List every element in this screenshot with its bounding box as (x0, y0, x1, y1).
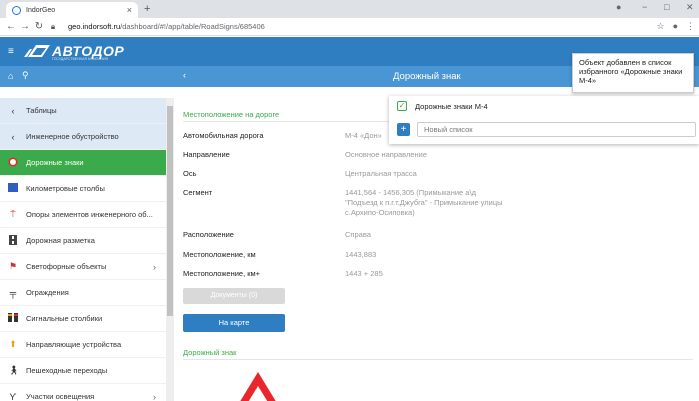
favorites-popup: ✓ Дорожные знаки М-4 + Новый список (389, 96, 699, 144)
field-label-road: Автомобильная дорога (183, 131, 264, 140)
field-value-location-km: 1443,883 (345, 250, 377, 259)
new-list-input[interactable]: Новый список (417, 122, 696, 137)
account-icon[interactable]: ● (673, 21, 678, 32)
on-map-button[interactable]: На карте (183, 314, 285, 332)
sidebar-item-label: Опоры элементов инженерного об... (26, 210, 153, 219)
address-bar: ← → ↻ 🔒︎ geo.indorsoft.ru/dashboard/#!/a… (0, 18, 699, 36)
checkbox-checked-icon[interactable]: ✓ (397, 101, 407, 111)
road-sign-icon (8, 157, 18, 169)
sidebar-item-label: Дорожная разметка (26, 236, 95, 245)
field-value-segment: 1441,564 - 1456,305 (Примыкание а\д "Под… (345, 188, 503, 217)
sidebar-item-traffic-lights[interactable]: ⚑ Светофорные объекты › (0, 254, 166, 280)
field-label-segment: Сегмент (183, 188, 213, 197)
sidebar-item-label: Дорожные знаки (26, 158, 84, 167)
tab-title: IndorGeo (26, 6, 56, 14)
sidebar-item-label: Сигнальные столбики (26, 314, 103, 323)
url-path: /dashboard/#!/app/table/RoadSigns/685406 (120, 22, 265, 31)
page-title: Дорожный знак (393, 71, 461, 82)
signal-post-icon (8, 313, 18, 324)
lighting-icon: ϒ (9, 391, 17, 401)
chevron-left-icon: ‹ (11, 131, 15, 142)
sidebar-item-tables[interactable]: ‹ Таблицы (0, 98, 166, 124)
new-tab-button[interactable]: + (144, 3, 150, 15)
field-label-axis: Ось (183, 169, 197, 178)
sidebar-item-signal-posts[interactable]: Сигнальные столбики (0, 306, 166, 332)
add-list-button[interactable]: + (397, 123, 410, 136)
sidebar-item-label: Таблицы (26, 106, 57, 115)
section-sign-title: Дорожный знак (183, 348, 237, 357)
chevron-right-icon: › (153, 261, 156, 272)
field-label-location-km-plus: Местоположение, км+ (183, 269, 261, 278)
search-icon[interactable]: ⚲ (22, 70, 29, 81)
url-field[interactable]: geo.indorsoft.ru/dashboard/#!/app/table/… (68, 22, 265, 31)
field-value-location-km-plus: 1443 + 285 (345, 269, 383, 278)
traffic-light-icon: ⚑ (8, 261, 18, 271)
address-bar-actions: ☆ ● ⋮ (656, 21, 695, 32)
sidebar-item-fences[interactable]: ╤ Ограждения (0, 280, 166, 306)
sidebar-item-km-posts[interactable]: Километровые столбы (0, 176, 166, 202)
sidebar-item-label: Ограждения (26, 288, 69, 297)
field-value-position: Справа (345, 230, 371, 239)
field-value-road: М-4 «Дон» (345, 131, 382, 140)
support-icon: ⍑ (10, 209, 16, 219)
globe-icon (12, 5, 21, 15)
home-icon[interactable]: ⌂ (8, 71, 13, 81)
road-marking-icon (8, 234, 18, 247)
fence-icon: ╤ (9, 287, 17, 298)
guide-device-icon: ⬆ (9, 339, 17, 349)
chevron-right-icon: › (153, 391, 156, 401)
browser-tab-bar: IndorGeo × + ● − □ ✕ (0, 0, 699, 18)
sidebar-scrollbar[interactable] (166, 98, 174, 401)
sidebar-item-lighting[interactable]: ϒ Участки освещения › (0, 384, 166, 401)
avtodor-logo-icon (24, 45, 50, 57)
back-arrow-icon[interactable]: ← (4, 21, 18, 32)
favorites-list-label: Дорожные знаки М-4 (415, 101, 488, 111)
notification-toast: Объект добавлен в список избранного «Дор… (572, 53, 694, 93)
menu-dots-icon[interactable]: ⋮ (686, 21, 695, 32)
documents-button[interactable]: Документы (0) (183, 288, 285, 304)
field-value-axis: Центральная трасса (345, 169, 417, 178)
favorites-list-row[interactable]: ✓ Дорожные знаки М-4 (397, 101, 488, 111)
sidebar-item-label: Километровые столбы (26, 184, 105, 193)
profile-icon[interactable]: ● (616, 2, 621, 12)
sidebar-item-crosswalks[interactable]: 🚶︎ Пешеходные переходы (0, 358, 166, 384)
logo-subtitle: ГОСУДАРСТВЕННАЯ КОМПАНИЯ (52, 57, 109, 61)
section-divider (183, 359, 693, 360)
browser-tab[interactable]: IndorGeo × (6, 2, 138, 18)
forward-arrow-icon[interactable]: → (18, 21, 32, 32)
back-chevron-icon[interactable]: ‹ (183, 70, 186, 80)
field-value-direction: Основное направление (345, 150, 428, 159)
sidebar-item-label: Пешеходные переходы (26, 366, 108, 375)
maximize-button[interactable]: □ (664, 2, 669, 12)
sidebar-item-guide-devices[interactable]: ⬆ Направляющие устройства (0, 332, 166, 358)
road-sign-image (240, 372, 276, 401)
sidebar-item-supports[interactable]: ⍑ Опоры элементов инженерного об... (0, 202, 166, 228)
pedestrian-icon: 🚶︎ (8, 365, 20, 375)
km-post-icon (8, 183, 18, 194)
url-domain: geo.indorsoft.ru (68, 22, 121, 31)
field-label-direction: Направление (183, 150, 230, 159)
sidebar-item-label: Светофорные объекты (26, 262, 107, 271)
sidebar-item-label: Направляющие устройства (26, 340, 122, 349)
tab-close-icon[interactable]: × (127, 5, 132, 15)
section-location-title: Местоположение на дороге (183, 110, 280, 119)
scrollbar-thumb[interactable] (167, 106, 173, 316)
field-label-location-km: Местоположение, км (183, 250, 256, 259)
chevron-left-icon: ‹ (11, 105, 15, 116)
close-window-button[interactable]: ✕ (686, 2, 694, 13)
star-icon[interactable]: ☆ (656, 21, 664, 32)
reload-icon[interactable]: ↻ (32, 21, 46, 32)
sidebar-item-engineering[interactable]: ‹ Инженерное обустройство (0, 124, 166, 150)
field-label-position: Расположение (183, 230, 234, 239)
sidebar-item-label: Участки освещения (26, 392, 95, 401)
sidebar-item-road-signs[interactable]: Дорожные знаки (0, 150, 166, 176)
hamburger-menu-icon[interactable]: ≡ (8, 46, 14, 57)
sidebar-item-label: Инженерное обустройство (26, 132, 119, 141)
minimize-button[interactable]: − (642, 2, 647, 12)
sidebar-item-road-marking[interactable]: Дорожная разметка (0, 228, 166, 254)
lock-icon[interactable]: 🔒︎ (46, 22, 60, 32)
